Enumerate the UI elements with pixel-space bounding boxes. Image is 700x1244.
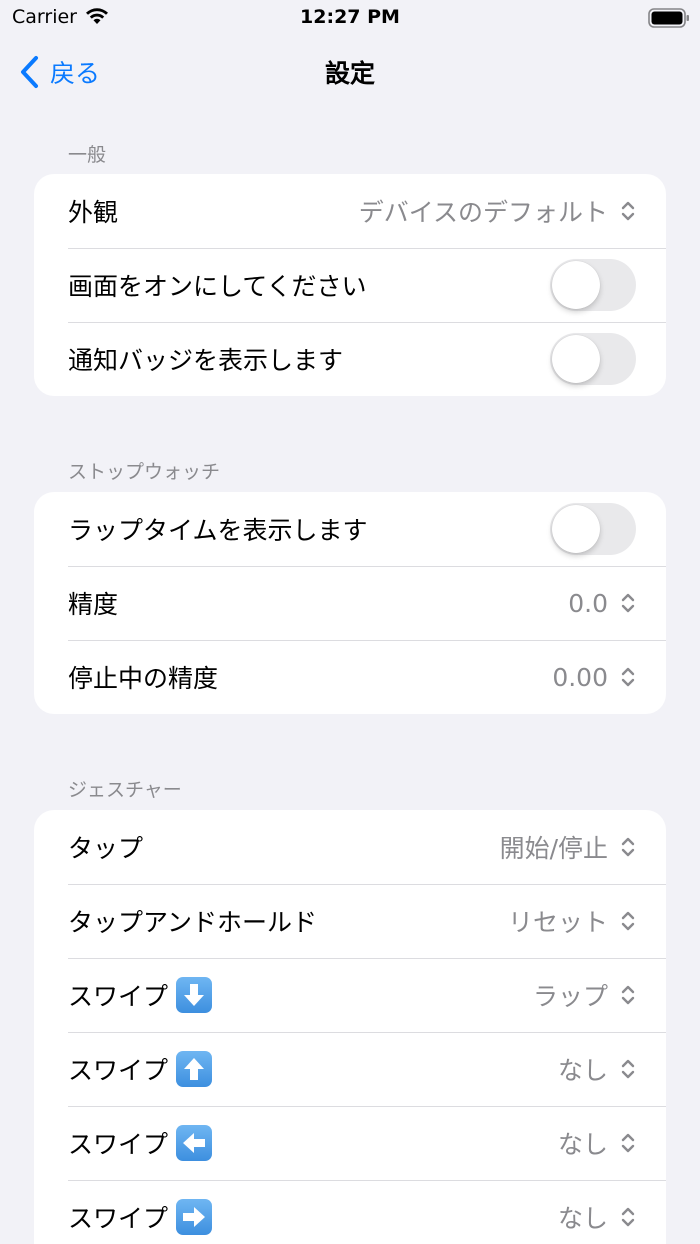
tap-hold-value: リセット bbox=[507, 908, 608, 937]
keep-screen-on-toggle[interactable] bbox=[550, 259, 636, 311]
appearance-row[interactable]: 外観 デバイスのデフォルト bbox=[34, 174, 666, 248]
section-header-gestures: ジェスチャー bbox=[68, 779, 182, 801]
section-header-general: 一般 bbox=[68, 144, 107, 166]
tap-picker[interactable]: 開始/停止 bbox=[500, 829, 636, 865]
swipe-up-label: スワイプ bbox=[68, 1051, 558, 1087]
show-lap-time-toggle[interactable] bbox=[550, 503, 636, 555]
precision-row[interactable]: 精度 0.0 bbox=[34, 566, 666, 640]
chevron-up-down-icon bbox=[621, 1133, 635, 1153]
appearance-picker[interactable]: デバイスのデフォルト bbox=[359, 193, 636, 229]
swipe-right-label: スワイプ bbox=[68, 1199, 558, 1235]
battery-icon bbox=[648, 8, 689, 28]
settings-group-general: 外観 デバイスのデフォルト 画面をオンにしてください 通知バッジを表示します bbox=[34, 174, 666, 396]
status-time: 12:27 PM bbox=[300, 6, 400, 28]
swipe-down-row[interactable]: スワイプ ラップ bbox=[34, 958, 666, 1032]
show-lap-time-row: ラップタイムを表示します bbox=[34, 492, 666, 566]
toggle-knob bbox=[552, 505, 600, 553]
chevron-up-down-icon bbox=[621, 593, 635, 613]
settings-group-gestures: タップ 開始/停止 タップアンドホールド リセット スワイプ ラップ スワイプ bbox=[34, 810, 666, 1244]
arrow-left-icon bbox=[176, 1125, 213, 1161]
section-header-stopwatch: ストップウォッチ bbox=[68, 461, 221, 483]
paused-precision-row[interactable]: 停止中の精度 0.00 bbox=[34, 640, 666, 714]
precision-value: 0.0 bbox=[568, 588, 608, 618]
swipe-left-picker[interactable]: なし bbox=[558, 1125, 636, 1161]
swipe-right-picker[interactable]: なし bbox=[558, 1199, 636, 1235]
status-bar: Carrier 12:27 PM bbox=[0, 0, 700, 36]
page-title: 設定 bbox=[324, 59, 375, 88]
paused-precision-picker[interactable]: 0.00 bbox=[552, 663, 636, 692]
chevron-up-down-icon bbox=[621, 201, 635, 221]
chevron-up-down-icon bbox=[621, 1059, 635, 1079]
swipe-up-value: なし bbox=[557, 1056, 608, 1085]
swipe-up-row[interactable]: スワイプ なし bbox=[34, 1032, 666, 1106]
show-badge-row: 通知バッジを表示します bbox=[34, 322, 666, 396]
chevron-up-down-icon bbox=[621, 667, 635, 687]
precision-label: 精度 bbox=[68, 590, 119, 619]
chevron-up-down-icon bbox=[621, 985, 635, 1005]
chevron-up-down-icon bbox=[621, 1207, 635, 1227]
precision-picker[interactable]: 0.0 bbox=[568, 589, 636, 618]
swipe-left-row[interactable]: スワイプ なし bbox=[34, 1106, 666, 1180]
toggle-knob bbox=[552, 261, 600, 309]
arrow-right-icon bbox=[176, 1199, 213, 1235]
appearance-value: デバイスのデフォルト bbox=[358, 198, 608, 227]
swipe-label-text: スワイプ bbox=[68, 1130, 169, 1159]
swipe-label-text: スワイプ bbox=[68, 1056, 169, 1085]
swipe-label-text: スワイプ bbox=[68, 1204, 169, 1233]
keep-screen-on-row: 画面をオンにしてください bbox=[34, 248, 666, 322]
keep-screen-on-label: 画面をオンにしてください bbox=[68, 272, 367, 301]
chevron-up-down-icon bbox=[621, 837, 635, 857]
swipe-down-label: スワイプ bbox=[68, 977, 533, 1013]
swipe-left-value: なし bbox=[557, 1130, 608, 1159]
tap-hold-row[interactable]: タップアンドホールド リセット bbox=[34, 884, 666, 958]
swipe-down-picker[interactable]: ラップ bbox=[533, 977, 636, 1013]
settings-group-stopwatch: ラップタイムを表示します 精度 0.0 停止中の精度 0.00 bbox=[34, 492, 666, 714]
tap-hold-label: タップアンドホールド bbox=[68, 908, 318, 937]
swipe-label-text: スワイプ bbox=[68, 982, 169, 1011]
arrow-down-icon bbox=[176, 977, 213, 1013]
swipe-up-picker[interactable]: なし bbox=[558, 1051, 636, 1087]
show-badge-toggle[interactable] bbox=[550, 333, 636, 385]
show-lap-time-label: ラップタイムを表示します bbox=[68, 516, 368, 545]
toggle-knob bbox=[552, 335, 600, 383]
swipe-down-value: ラップ bbox=[532, 982, 608, 1011]
show-badge-label: 通知バッジを表示します bbox=[68, 346, 344, 375]
paused-precision-value: 0.00 bbox=[552, 662, 608, 692]
navigation-bar: 戻る 設定 bbox=[0, 40, 700, 104]
swipe-right-row[interactable]: スワイプ なし bbox=[34, 1180, 666, 1244]
tap-row[interactable]: タップ 開始/停止 bbox=[34, 810, 666, 884]
swipe-left-label: スワイプ bbox=[68, 1125, 558, 1161]
tap-value: 開始/停止 bbox=[499, 834, 608, 863]
paused-precision-label: 停止中の精度 bbox=[68, 664, 219, 693]
tap-hold-picker[interactable]: リセット bbox=[508, 903, 636, 939]
chevron-up-down-icon bbox=[621, 911, 635, 931]
swipe-right-value: なし bbox=[557, 1204, 608, 1233]
tap-label: タップ bbox=[68, 834, 144, 863]
appearance-label: 外観 bbox=[68, 198, 119, 227]
arrow-up-icon bbox=[176, 1051, 213, 1087]
